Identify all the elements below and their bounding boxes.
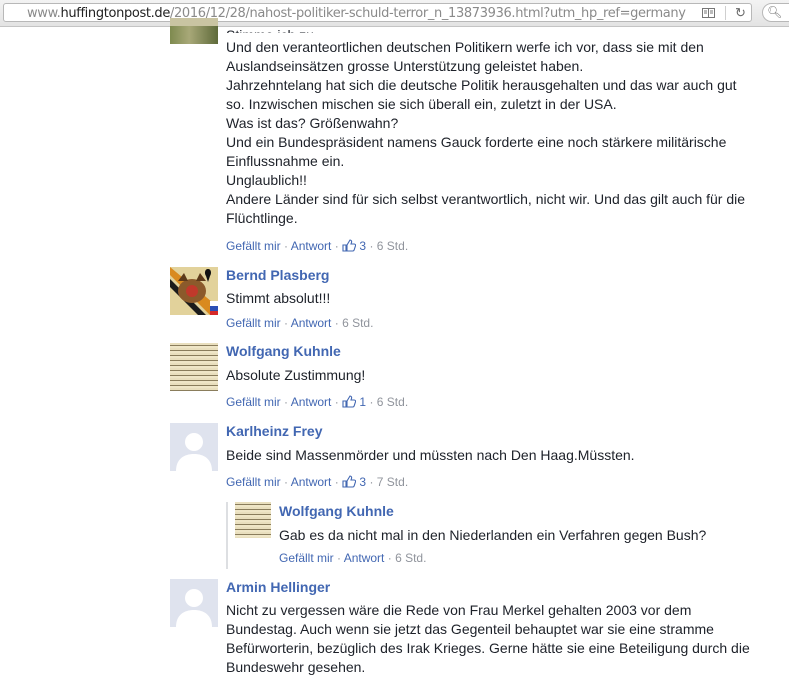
separator: · xyxy=(369,239,374,253)
thumbs-up-icon[interactable] xyxy=(342,395,357,408)
default-profile-icon xyxy=(170,423,218,471)
reply-link[interactable]: Antwort xyxy=(291,316,332,330)
separator: · xyxy=(334,395,339,409)
comment-line: Befürworterin, bezüglich des Irak Kriege… xyxy=(226,640,750,656)
timestamp[interactable]: 6 Std. xyxy=(395,551,426,565)
comment-line: so. Inzwischen mischen sie sich überall … xyxy=(226,96,617,112)
separator: · xyxy=(387,551,392,565)
url-host: huffingtonpost.de xyxy=(60,6,170,21)
book-page-image xyxy=(170,343,218,391)
comment-actions: Gefällt mir · Antwort · 1 · 6 Std. xyxy=(226,395,408,409)
comment-line: Was ist das? Größenwahn? xyxy=(226,115,399,131)
comment-text: Stimme ich zu. xyxy=(226,26,318,33)
comment-line: Einflussnahme ein. xyxy=(226,153,345,169)
timestamp[interactable]: 6 Std. xyxy=(377,239,408,253)
reply-link[interactable]: Antwort xyxy=(291,475,332,489)
avatar[interactable] xyxy=(170,18,218,44)
browser-toolbar: www.huffingtonpost.de/2016/12/28/nahost-… xyxy=(0,0,789,27)
like-count[interactable]: 1 xyxy=(359,395,366,409)
separator: · xyxy=(369,395,374,409)
comment-text: Nicht zu vergessen wäre die Rede von Fra… xyxy=(226,601,750,677)
timestamp[interactable]: 6 Std. xyxy=(342,316,373,330)
comment-line: Unglaublich!! xyxy=(226,172,307,188)
search-icon[interactable]: 🔍︎ xyxy=(767,5,782,19)
separator: · xyxy=(284,316,289,330)
separator: · xyxy=(337,551,342,565)
default-profile-icon xyxy=(170,579,218,627)
comment-text: Gab es da nicht mal in den Niederlanden … xyxy=(279,527,707,543)
separator: · xyxy=(369,475,374,489)
avatar[interactable] xyxy=(170,343,218,391)
timestamp[interactable]: 7 Std. xyxy=(377,475,408,489)
separator: · xyxy=(334,475,339,489)
comment-text: Beide sind Massenmörder und müssten nach… xyxy=(226,447,635,463)
like-count[interactable]: 3 xyxy=(359,239,366,253)
avatar[interactable] xyxy=(170,267,218,315)
comment-line: Auslandseinsätzen grosse Unterstützung g… xyxy=(226,58,584,74)
comment-line: Bundestag. Auch wenn sie jetzt das Gegen… xyxy=(226,621,714,637)
comment-actions: Gefällt mir · Antwort · 3 · 6 Std. xyxy=(226,239,408,253)
separator: · xyxy=(284,395,289,409)
comment-line: Jahrzehntelang hat sich die deutsche Pol… xyxy=(226,77,737,93)
url-path: /2016/12/28/nahost-politiker-schuld-terr… xyxy=(169,6,686,21)
separator: · xyxy=(334,316,339,330)
timestamp[interactable]: 6 Std. xyxy=(377,395,408,409)
comment-text: Und den veranteortlichen deutschen Polit… xyxy=(226,38,745,228)
avatar[interactable] xyxy=(170,423,218,471)
separator: · xyxy=(284,239,289,253)
comment-text: Absolute Zustimmung! xyxy=(226,367,366,383)
like-link[interactable]: Gefällt mir xyxy=(226,316,281,330)
reload-icon[interactable]: ↻ xyxy=(735,6,746,20)
like-link[interactable]: Gefällt mir xyxy=(226,239,281,253)
address-bar[interactable]: www.huffingtonpost.de/2016/12/28/nahost-… xyxy=(3,3,752,22)
comment-line: Stimme ich zu. xyxy=(226,26,318,33)
like-link[interactable]: Gefällt mir xyxy=(226,475,281,489)
eagle-emblem-icon xyxy=(170,267,218,315)
comment-line: Und den veranteortlichen deutschen Polit… xyxy=(226,39,704,55)
comment-actions: Gefällt mir · Antwort · 6 Std. xyxy=(279,551,426,565)
url-text[interactable]: www.huffingtonpost.de/2016/12/28/nahost-… xyxy=(27,6,686,21)
search-box[interactable]: 🔍︎ xyxy=(762,3,789,22)
url-prefix: www. xyxy=(27,6,61,21)
avatar[interactable] xyxy=(170,579,218,627)
commenter-name[interactable]: Wolfgang Kuhnle xyxy=(279,503,394,519)
comment-line: Andere Länder sind für sich selbst veran… xyxy=(226,191,746,207)
reply-link[interactable]: Antwort xyxy=(291,239,332,253)
comment-line: Bundeswehr gesehen. xyxy=(226,659,366,675)
reply-link[interactable]: Antwort xyxy=(344,551,385,565)
comment-line: Und ein Bundespräsident namens Gauck for… xyxy=(226,134,727,150)
comment-line: Flüchtlinge. xyxy=(226,210,298,226)
reader-view-icon[interactable] xyxy=(702,8,715,18)
comment-text: Stimmt absolut!!! xyxy=(226,290,331,306)
like-count[interactable]: 3 xyxy=(359,475,366,489)
separator: · xyxy=(284,475,289,489)
comment-actions: Gefällt mir · Antwort · 3 · 7 Std. xyxy=(226,475,408,489)
comment-actions: Gefällt mir · Antwort · 6 Std. xyxy=(226,316,373,330)
comment-line: Nicht zu vergessen wäre die Rede von Fra… xyxy=(226,602,692,618)
avatar[interactable] xyxy=(235,502,271,538)
commenter-name[interactable]: Wolfgang Kuhnle xyxy=(226,343,341,359)
reply-link[interactable]: Antwort xyxy=(291,395,332,409)
separator: · xyxy=(334,239,339,253)
book-page-image xyxy=(235,502,271,538)
like-link[interactable]: Gefällt mir xyxy=(279,551,334,565)
reply-thread-line xyxy=(226,502,228,569)
commenter-name[interactable]: Armin Hellinger xyxy=(226,579,330,595)
thumbs-up-icon[interactable] xyxy=(342,239,357,252)
like-link[interactable]: Gefällt mir xyxy=(226,395,281,409)
thumbs-up-icon[interactable] xyxy=(342,475,357,488)
toolbar-divider xyxy=(725,6,726,20)
commenter-name[interactable]: Karlheinz Frey xyxy=(226,423,322,439)
commenter-name[interactable]: Bernd Plasberg xyxy=(226,267,329,283)
